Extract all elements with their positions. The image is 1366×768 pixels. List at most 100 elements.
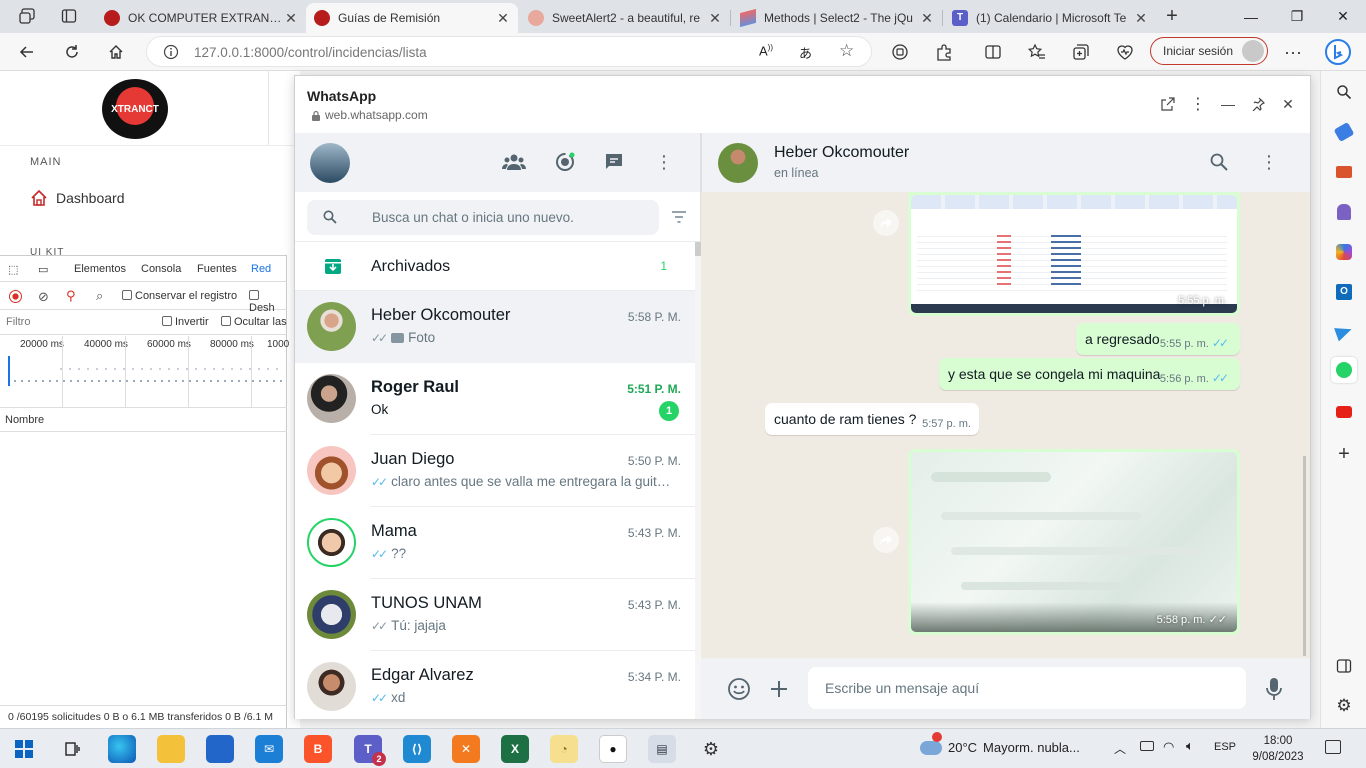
tab-close-icon[interactable]: ✕ [920, 10, 934, 27]
chat-item-edgar[interactable]: Edgar Alvarez 5:34 P. M. ✓✓ xd [295, 651, 695, 723]
open-in-new-tab-icon[interactable] [1156, 92, 1180, 116]
resource-monitor-icon[interactable]: ▤ [648, 735, 676, 763]
devtools-tab-sources[interactable]: Fuentes [197, 263, 237, 275]
notifications-icon[interactable] [1325, 740, 1341, 754]
emoji-icon[interactable] [725, 675, 753, 703]
network-timeline[interactable]: 20000 ms 40000 ms 60000 ms 80000 ms 1000 [0, 336, 289, 408]
brave-icon[interactable]: B [304, 735, 332, 763]
file-explorer-icon[interactable] [157, 735, 185, 763]
send-icon[interactable] [1331, 319, 1357, 345]
show-hidden-icons-icon[interactable]: ︿ [1114, 740, 1126, 757]
devtools-tab-network[interactable]: Red [251, 263, 271, 275]
network-filter-input[interactable]: Filtro [6, 316, 30, 328]
tab-close-icon[interactable]: ✕ [1134, 10, 1148, 27]
edge-taskbar-icon[interactable] [108, 735, 136, 763]
tab-actions-icon[interactable] [54, 1, 84, 31]
tracking-prevention-icon[interactable] [885, 37, 915, 67]
task-view-icon[interactable] [58, 735, 86, 763]
home-button[interactable] [101, 37, 131, 67]
bing-copilot-icon[interactable] [1323, 37, 1353, 67]
whatsapp-sidebar-icon[interactable] [1331, 357, 1357, 383]
browser-tab-2[interactable]: Guías de Remisión ✕ [306, 3, 518, 33]
devtools-tab-elements[interactable]: Elementos [74, 263, 126, 275]
device-toolbar-icon[interactable]: ▭ [38, 263, 48, 276]
back-button[interactable] [12, 37, 42, 67]
chat-item-tunos-unam[interactable]: TUNOS UNAM 5:43 P. M. ✓✓ Tú: jajaja [295, 579, 695, 651]
xampp-icon[interactable]: ✕ [452, 735, 480, 763]
browser-tab-3[interactable]: SweetAlert2 - a beautiful, re ✕ [520, 3, 730, 33]
panda-app-icon[interactable]: ● [599, 735, 627, 763]
inspect-element-icon[interactable]: ⬚ [8, 263, 18, 276]
games-icon[interactable] [1331, 199, 1357, 225]
browser-essentials-icon[interactable] [1110, 37, 1140, 67]
search-icon[interactable] [1331, 79, 1357, 105]
outlook-icon[interactable]: O [1331, 279, 1357, 305]
minimize-panel-icon[interactable]: — [1216, 92, 1240, 116]
minimize-window-button[interactable]: — [1228, 0, 1274, 33]
filter-toggle-icon[interactable]: ⚲ [66, 288, 76, 304]
message-bubble-in[interactable]: cuanto de ram tienes ? 5:57 p. m. [765, 403, 979, 435]
favorites-icon[interactable] [1022, 37, 1052, 67]
windows-start-icon[interactable] [10, 735, 38, 763]
message-bubble-out[interactable]: y esta que se congela mi maquina 5:56 p.… [939, 358, 1240, 390]
settings-gear-icon[interactable]: ⚙ [697, 735, 725, 763]
vscode-icon[interactable]: ⟨⟩ [403, 735, 431, 763]
sign-in-button[interactable]: Iniciar sesión [1150, 37, 1268, 65]
pin-icon[interactable] [1246, 92, 1270, 116]
restore-window-button[interactable]: ❐ [1274, 0, 1320, 33]
system-clock[interactable]: 18:00 9/08/2023 [1250, 733, 1306, 765]
forward-icon[interactable] [873, 210, 899, 236]
hide-data-urls-checkbox[interactable]: Ocultar las [221, 316, 287, 328]
chat-item-heber[interactable]: Heber Okcomouter 5:58 P. M. ✓✓ Foto [295, 291, 695, 363]
favorite-star-icon[interactable]: ☆ [839, 41, 854, 61]
shopping-tag-icon[interactable] [1331, 119, 1357, 145]
workspaces-icon[interactable] [12, 1, 42, 31]
conversation-header[interactable]: Heber Okcomouter en línea ⋮ [701, 133, 1310, 192]
input-language[interactable]: ESP [1214, 741, 1236, 753]
excel-icon[interactable]: X [501, 735, 529, 763]
chat-item-roger[interactable]: Roger Raul 5:51 P. M. Ok 1 [295, 363, 695, 435]
microphone-icon[interactable] [1260, 675, 1288, 703]
hide-sidebar-icon[interactable] [1331, 653, 1357, 679]
search-in-chat-icon[interactable] [1206, 149, 1232, 175]
wifi-icon[interactable]: ◠ [1163, 739, 1174, 755]
tab-close-icon[interactable]: ✕ [708, 10, 722, 27]
settings-more-icon[interactable]: ··· [1278, 37, 1308, 67]
mail-icon[interactable]: ✉ [255, 735, 283, 763]
tab-close-icon[interactable]: ✕ [496, 10, 510, 27]
xtranct-logo[interactable]: XTRANCT [102, 79, 168, 139]
new-tab-button[interactable]: + [1157, 1, 1187, 31]
browser-tab-4[interactable]: Methods | Select2 - The jQu ✕ [732, 3, 942, 33]
site-info-icon[interactable] [163, 44, 179, 60]
battery-icon[interactable] [1140, 741, 1154, 751]
volume-icon[interactable]: 🔈︎ [1186, 738, 1194, 754]
contact-avatar[interactable] [718, 143, 758, 183]
pet-app-icon[interactable]: ◔ [550, 735, 578, 763]
conversation-scrollbar[interactable] [1303, 456, 1306, 656]
message-image[interactable]: 5:55 p. m. [908, 192, 1240, 316]
invert-checkbox[interactable]: Invertir [162, 316, 209, 328]
youtube-icon[interactable] [1331, 399, 1357, 425]
conversation-menu-icon[interactable]: ⋮ [1256, 149, 1282, 175]
forward-icon[interactable] [873, 527, 899, 553]
message-bubble-out[interactable]: a regresado 5:55 p. m. ✓✓ [1076, 323, 1240, 355]
browser-tab-5[interactable]: T (1) Calendario | Microsoft Te ✕ [944, 3, 1156, 33]
communities-icon[interactable] [501, 149, 527, 175]
read-aloud-icon[interactable]: A)) [759, 43, 773, 58]
split-screen-icon[interactable] [978, 37, 1008, 67]
collections-icon[interactable] [1066, 37, 1096, 67]
extensions-icon[interactable] [929, 37, 959, 67]
microsoft-365-icon[interactable] [1331, 239, 1357, 265]
chat-item-juan-diego[interactable]: Juan Diego 5:50 P. M. ✓✓ claro antes que … [295, 435, 695, 507]
chat-search-input[interactable]: Busca un chat o inicia uno nuevo. [307, 200, 659, 235]
search-network-icon[interactable]: ⌕ [96, 288, 103, 304]
refresh-button[interactable] [57, 37, 87, 67]
message-image[interactable]: 5:58 p. m. ✓✓ [908, 449, 1240, 635]
sidebar-settings-gear-icon[interactable]: ⚙ [1331, 693, 1357, 719]
record-icon[interactable] [9, 290, 22, 303]
close-window-button[interactable]: ✕ [1320, 0, 1366, 33]
devtools-tab-console[interactable]: Consola [141, 263, 181, 275]
microsoft-store-icon[interactable] [206, 735, 234, 763]
attach-plus-icon[interactable] [765, 675, 793, 703]
address-bar[interactable]: 127.0.0.1:8000/control/incidencias/lista… [146, 36, 872, 67]
